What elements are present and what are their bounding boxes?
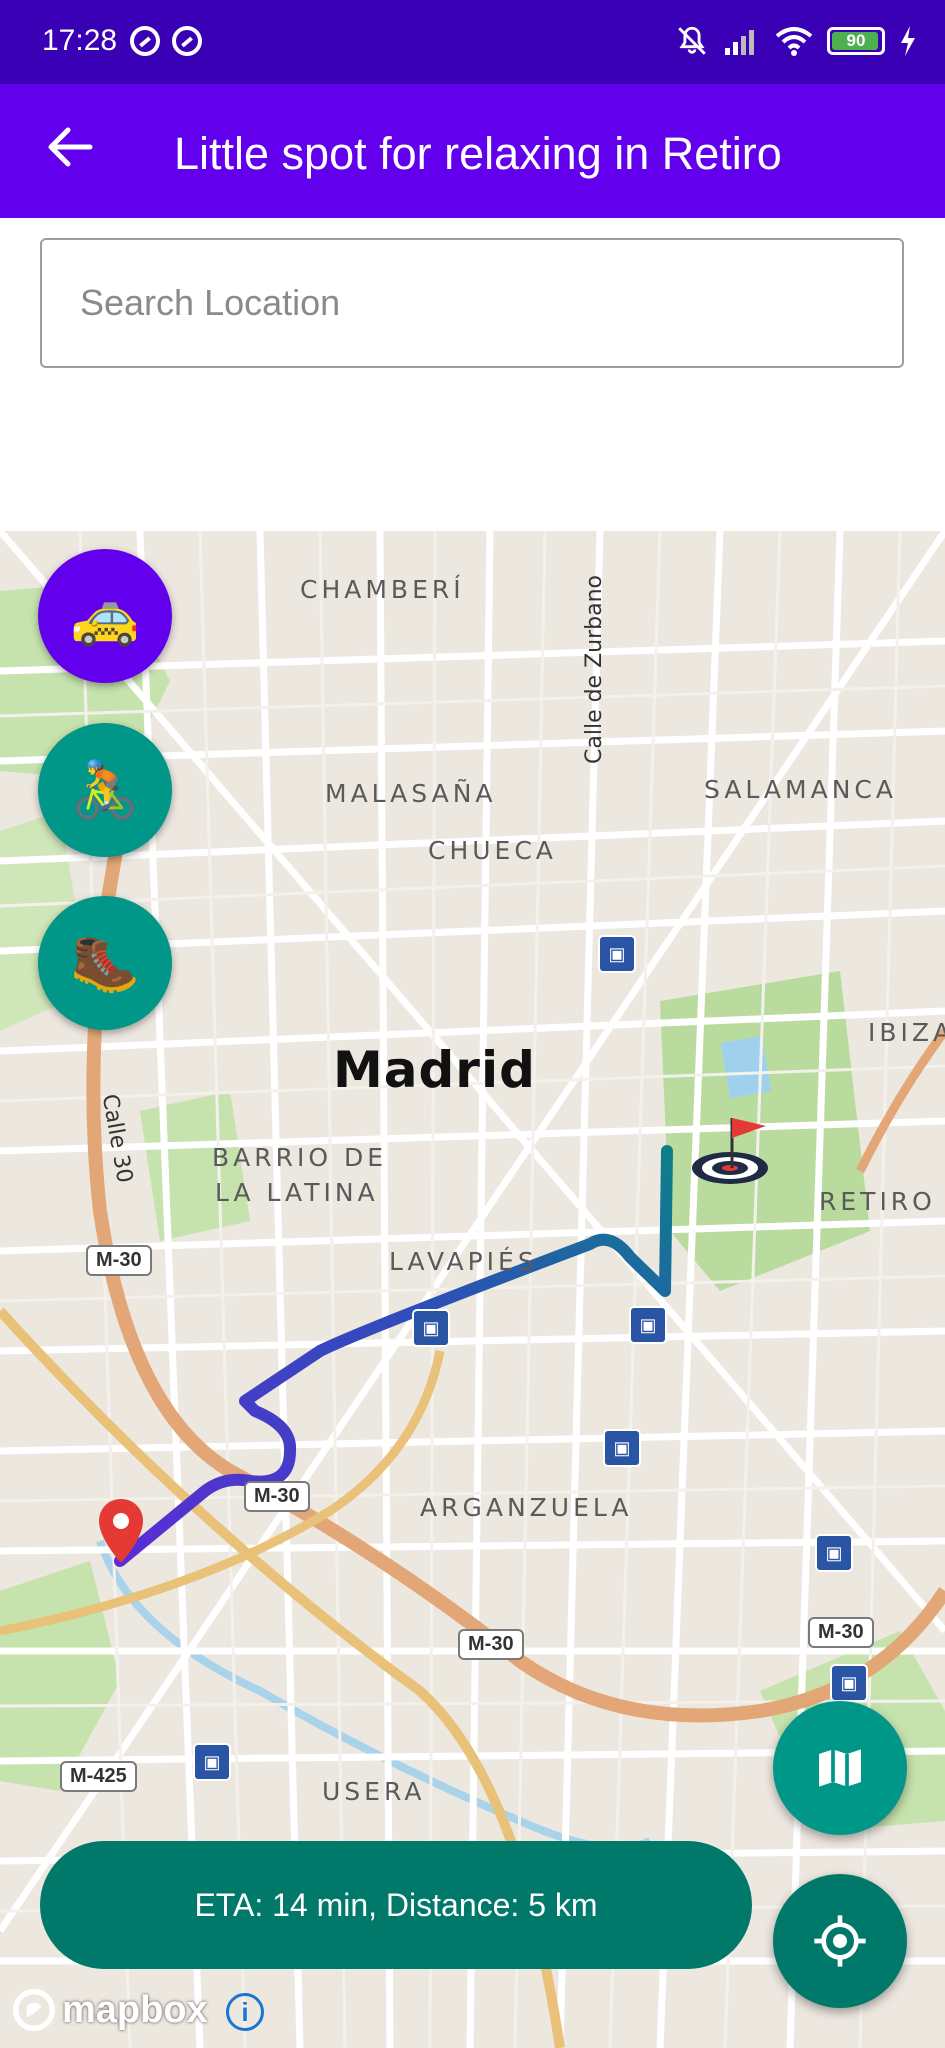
map-label-usera: USERA — [322, 1777, 426, 1806]
map-label-madrid: Madrid — [333, 1041, 536, 1099]
map-style-button[interactable] — [773, 1701, 907, 1835]
notification-icon — [172, 26, 202, 56]
map-label-retiro: RETIRO — [819, 1187, 936, 1216]
wifi-icon — [775, 27, 813, 56]
back-arrow-icon[interactable] — [36, 112, 106, 182]
map-icon — [819, 1749, 861, 1787]
map-label-chamberi: CHAMBERÍ — [300, 575, 465, 604]
eta-banner: ETA: 14 min, Distance: 5 km — [40, 1841, 752, 1969]
status-time: 17:28 — [42, 24, 118, 57]
taxi-icon: 🚕 — [70, 584, 140, 647]
map-label-arganzuela: ARGANZUELA — [420, 1493, 633, 1522]
road-shield: M-30 — [458, 1629, 524, 1660]
metro-station-icon: ▣ — [830, 1664, 868, 1702]
metro-station-icon: ▣ — [815, 1534, 853, 1572]
bike-mode-button[interactable]: 🚴 — [38, 723, 172, 857]
metro-station-icon: ▣ — [412, 1309, 450, 1347]
signal-icon — [725, 30, 754, 55]
app-bar: Little spot for relaxing in Retiro — [0, 84, 945, 218]
status-system-icons: 90 — [675, 24, 917, 58]
notification-icon — [130, 26, 160, 56]
road-shield: M-30 — [86, 1245, 152, 1276]
map-label-la-latina: LA LATINA — [215, 1178, 379, 1207]
map-label-ibiza: IBIZA — [868, 1018, 945, 1047]
metro-station-icon: ▣ — [629, 1306, 667, 1344]
cyclist-icon: 🚴 — [70, 758, 140, 821]
status-notification-icons — [130, 26, 202, 56]
search-input[interactable] — [42, 240, 902, 366]
mapbox-logo[interactable]: mapbox — [12, 1988, 208, 2032]
map-label-salamanca: SALAMANCA — [704, 775, 897, 804]
battery-level: 90 — [846, 31, 866, 50]
road-shield: M-30 — [808, 1617, 874, 1648]
origin-pin-icon[interactable] — [96, 1497, 146, 1567]
status-bar: 17:28 90 — [0, 0, 945, 84]
attribution-info-button[interactable]: i — [226, 1993, 264, 2031]
destination-flag-icon[interactable] — [688, 1114, 772, 1186]
location-target-icon — [814, 1915, 866, 1967]
road-shield: M-30 — [244, 1481, 310, 1512]
battery-icon: 90 — [827, 27, 885, 55]
metro-station-icon: ▣ — [603, 1429, 641, 1467]
page-title: Little spot for relaxing in Retiro — [174, 128, 782, 179]
charging-icon — [901, 26, 915, 56]
mapbox-icon — [12, 1988, 56, 2032]
metro-station-icon: ▣ — [193, 1743, 231, 1781]
eta-text: ETA: 14 min, Distance: 5 km — [194, 1886, 598, 1923]
road-shield: M-425 — [60, 1761, 137, 1792]
search-field[interactable] — [40, 238, 904, 368]
street-label-zurbano: Calle de Zurbano — [582, 575, 607, 764]
map-label-chueca: CHUECA — [428, 836, 557, 865]
map-label-barrio-de: BARRIO DE — [212, 1143, 388, 1172]
mute-bell-icon — [678, 26, 706, 55]
car-mode-button[interactable]: 🚕 — [38, 549, 172, 683]
metro-station-icon: ▣ — [598, 935, 636, 973]
hiker-icon: 🥾 — [70, 931, 140, 994]
map-label-malasana: MALASAÑA — [325, 779, 497, 808]
my-location-button[interactable] — [773, 1874, 907, 2008]
mapbox-wordmark: mapbox — [62, 1988, 208, 2031]
map-label-lavapies: LAVAPIÉS — [389, 1247, 538, 1276]
walk-mode-button[interactable]: 🥾 — [38, 896, 172, 1030]
